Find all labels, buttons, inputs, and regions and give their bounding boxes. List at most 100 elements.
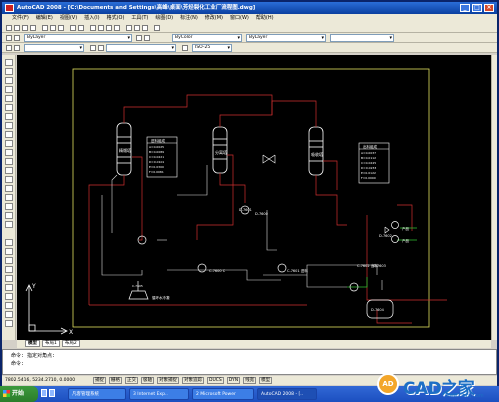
layer-manager-icon[interactable] bbox=[6, 35, 12, 41]
grid-toggle[interactable]: 栅格 bbox=[109, 377, 122, 384]
dim-style-select[interactable] bbox=[106, 44, 176, 52]
revision-cloud-icon[interactable] bbox=[5, 122, 13, 129]
construction-line-icon[interactable] bbox=[5, 68, 13, 75]
menu-view[interactable]: 视图(V) bbox=[60, 14, 77, 23]
taskbar-item[interactable]: 2 Microsoft Power bbox=[192, 388, 254, 400]
menu-edit[interactable]: 编辑(E) bbox=[36, 14, 53, 23]
start-button[interactable]: 开始 bbox=[0, 386, 38, 402]
open-file-icon[interactable] bbox=[14, 25, 20, 31]
zoom-window-icon[interactable] bbox=[106, 25, 112, 31]
desktop-icon[interactable] bbox=[41, 389, 47, 397]
maximize-button[interactable]: □ bbox=[472, 4, 482, 12]
dim-style-icon[interactable] bbox=[14, 45, 20, 51]
menu-dimension[interactable]: 标注(N) bbox=[180, 14, 198, 23]
mirror-icon[interactable] bbox=[5, 257, 13, 264]
linetype-select[interactable]: ByLayer bbox=[246, 34, 326, 42]
ie-icon[interactable] bbox=[49, 389, 55, 397]
ducs-toggle[interactable]: DUCS bbox=[207, 377, 224, 384]
spline-icon[interactable] bbox=[5, 131, 13, 138]
stretch-icon[interactable] bbox=[5, 311, 13, 318]
point-icon[interactable] bbox=[5, 176, 13, 183]
array-icon[interactable] bbox=[5, 275, 13, 282]
cut-icon[interactable] bbox=[42, 25, 48, 31]
tab-layout1[interactable]: 布局1 bbox=[42, 340, 60, 347]
rectangle-icon[interactable] bbox=[5, 95, 13, 102]
taskbar-item-autocad[interactable]: AutoCAD 2008 - [.. bbox=[257, 388, 317, 400]
tool-palettes-icon[interactable] bbox=[142, 25, 148, 31]
polar-toggle[interactable]: 极轴 bbox=[141, 377, 154, 384]
circle-icon[interactable] bbox=[5, 113, 13, 120]
text-style-select[interactable] bbox=[24, 44, 84, 52]
rotate-icon[interactable] bbox=[5, 293, 13, 300]
undo-icon[interactable] bbox=[70, 25, 76, 31]
close-button[interactable]: × bbox=[484, 4, 494, 12]
help-icon[interactable] bbox=[154, 25, 160, 31]
color-select[interactable]: ByColor bbox=[172, 34, 242, 42]
arc-icon[interactable] bbox=[5, 104, 13, 111]
layer-state-icon[interactable] bbox=[14, 35, 20, 41]
layer-select[interactable]: ByLayer bbox=[24, 34, 132, 42]
osnap-toggle[interactable]: 对象捕捉 bbox=[157, 377, 179, 384]
trim-icon[interactable] bbox=[5, 320, 13, 327]
multiline-text-icon[interactable] bbox=[5, 221, 13, 228]
command-prompt[interactable]: 命令: bbox=[11, 360, 488, 368]
menu-draw[interactable]: 绘图(D) bbox=[155, 14, 173, 23]
gradient-icon[interactable] bbox=[5, 194, 13, 201]
menu-tools[interactable]: 工具(T) bbox=[131, 14, 148, 23]
style-icon[interactable] bbox=[182, 45, 188, 51]
taskbar-item[interactable]: 凡客管理系统 bbox=[68, 388, 126, 400]
zoom-previous-icon[interactable] bbox=[114, 25, 120, 31]
make-block-icon[interactable] bbox=[5, 167, 13, 174]
line-icon[interactable] bbox=[5, 59, 13, 66]
dyn-toggle[interactable]: DYN bbox=[226, 377, 241, 384]
polygon-icon[interactable] bbox=[5, 86, 13, 93]
region-icon[interactable] bbox=[5, 203, 13, 210]
scale-icon[interactable] bbox=[5, 302, 13, 309]
save-icon[interactable] bbox=[22, 25, 28, 31]
iso-style-select[interactable]: ISO-25 bbox=[192, 44, 232, 52]
menu-file[interactable]: 文件(F) bbox=[12, 14, 29, 23]
model-toggle[interactable]: 模型 bbox=[259, 377, 273, 384]
taskbar-item[interactable]: 3 Internet Exp.. bbox=[129, 388, 189, 400]
table-style-icon[interactable] bbox=[90, 45, 96, 51]
snap-toggle[interactable]: 捕捉 bbox=[93, 377, 106, 384]
otrack-toggle[interactable]: 对象追踪 bbox=[182, 377, 204, 384]
drawing-canvas[interactable]: Y X 精馏塔 分离塔 吸收塔 进料组成 A=0.0025 B=0.0089 C… bbox=[17, 55, 491, 340]
copy-icon[interactable] bbox=[50, 25, 56, 31]
design-center-icon[interactable] bbox=[134, 25, 140, 31]
layer-previous-icon[interactable] bbox=[144, 35, 150, 41]
ellipse-arc-icon[interactable] bbox=[5, 149, 13, 156]
menu-help[interactable]: 帮助(H) bbox=[256, 14, 274, 23]
offset-icon[interactable] bbox=[5, 266, 13, 273]
zoom-icon[interactable] bbox=[98, 25, 104, 31]
lineweight-select[interactable] bbox=[330, 34, 394, 42]
move-icon[interactable] bbox=[5, 284, 13, 291]
copy-object-icon[interactable] bbox=[5, 248, 13, 255]
menu-insert[interactable]: 插入(I) bbox=[84, 14, 99, 23]
make-current-icon[interactable] bbox=[136, 35, 142, 41]
redo-icon[interactable] bbox=[78, 25, 84, 31]
insert-block-icon[interactable] bbox=[5, 158, 13, 165]
menu-modify[interactable]: 修改(M) bbox=[205, 14, 223, 23]
properties-icon[interactable] bbox=[126, 25, 132, 31]
menu-window[interactable]: 窗口(W) bbox=[230, 14, 249, 23]
erase-icon[interactable] bbox=[5, 239, 13, 246]
product-label: 产品 bbox=[402, 238, 410, 243]
menu-format[interactable]: 格式(O) bbox=[107, 14, 125, 23]
hatch-icon[interactable] bbox=[5, 185, 13, 192]
lineweight-toggle[interactable]: 线宽 bbox=[243, 377, 257, 384]
text-style-icon[interactable] bbox=[6, 45, 12, 51]
tab-layout2[interactable]: 布局2 bbox=[61, 340, 80, 347]
window-controls: _ □ × bbox=[460, 4, 494, 12]
print-icon[interactable] bbox=[30, 25, 36, 31]
table-icon[interactable] bbox=[5, 212, 13, 219]
ellipse-icon[interactable] bbox=[5, 140, 13, 147]
polyline-icon[interactable] bbox=[5, 77, 13, 84]
pan-icon[interactable] bbox=[90, 25, 96, 31]
minimize-button[interactable]: _ bbox=[460, 4, 470, 12]
multileader-icon[interactable] bbox=[98, 45, 104, 51]
new-file-icon[interactable] bbox=[6, 25, 12, 31]
paste-icon[interactable] bbox=[58, 25, 64, 31]
ortho-toggle[interactable]: 正交 bbox=[125, 377, 138, 384]
tab-model[interactable]: 模型 bbox=[25, 340, 40, 347]
